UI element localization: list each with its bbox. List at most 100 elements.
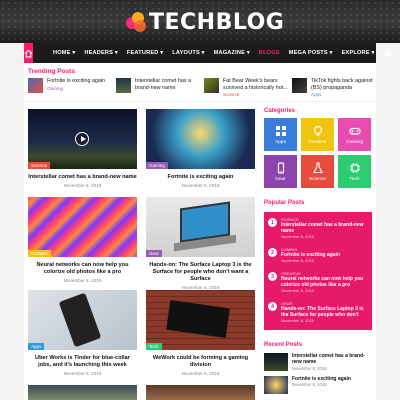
trending-item[interactable]: TikTok fights back against (BS) propagan… xyxy=(292,78,374,98)
category-gear[interactable]: Gear xyxy=(264,155,297,188)
popular-item-title[interactable]: Hands-on: The Surface Laptop 3 is the Su… xyxy=(281,306,368,318)
nav-item-explore[interactable]: EXPLORE ▾ xyxy=(342,50,375,56)
phone-icon xyxy=(277,161,284,174)
popular-item[interactable]: 1 SCIENCE Interstellar comet has a brand… xyxy=(268,217,368,239)
main-nav: HOME ▾ HEADERS ▾ FEATURED ▾ LAYOUTS ▾ MA… xyxy=(24,43,400,63)
post-image[interactable] xyxy=(146,385,255,400)
site-logo[interactable]: TECHBLOG xyxy=(126,9,284,35)
popular-date: November 8, 2019 xyxy=(281,318,314,323)
logo-mark-icon xyxy=(126,12,146,32)
post-card[interactable]: Gear Hands-on: The Surface Laptop 3 is t… xyxy=(146,197,255,290)
sidebar: Categories Apps Creative Gaming Gear Sci… xyxy=(264,108,372,394)
trending-item[interactable]: Interstellar comet has a brand-new name xyxy=(116,78,202,98)
post-image: Creative xyxy=(28,197,137,257)
trending-item-category: Apps xyxy=(311,92,322,97)
post-image[interactable] xyxy=(28,385,137,400)
popular-item-title[interactable]: Interstellar comet has a brand-new name xyxy=(281,222,368,234)
popular-posts: 1 SCIENCE Interstellar comet has a brand… xyxy=(264,212,372,330)
trending-thumbnail xyxy=(28,78,43,93)
post-image: Gaming xyxy=(146,109,255,169)
post-image: Tech xyxy=(146,290,255,350)
post-category-badge[interactable]: Science xyxy=(28,162,51,169)
category-label: Apps xyxy=(275,139,286,145)
category-apps[interactable]: Apps xyxy=(264,118,297,151)
site-name: TECHBLOG xyxy=(149,9,285,35)
post-image: Science xyxy=(28,109,137,169)
trending-item-title: Interstellar comet has a brand-new name xyxy=(135,78,192,91)
trending-item-title: Fortnite is exciting again xyxy=(47,78,106,84)
trending-item-title: TikTok fights back against (BS) propagan… xyxy=(311,78,373,91)
popular-date: November 8, 2019 xyxy=(281,288,314,293)
recent-item-title[interactable]: Interstellar comet has a brand-new name xyxy=(292,353,372,366)
post-title[interactable]: Fortnite is exciting again xyxy=(146,174,255,181)
nav-item-magazine[interactable]: MAGAZINE ▾ xyxy=(214,50,250,56)
post-category-badge[interactable]: Apps xyxy=(28,343,45,350)
play-icon[interactable] xyxy=(75,132,89,146)
post-category-badge[interactable]: Gear xyxy=(146,250,163,257)
popular-title: Popular Posts xyxy=(264,200,305,206)
trending-item-category: Gaming xyxy=(47,85,64,91)
category-gaming[interactable]: Gaming xyxy=(338,118,371,151)
gamepad-icon xyxy=(348,127,361,135)
post-category-badge[interactable]: Tech xyxy=(146,343,162,350)
popular-item[interactable]: 4 GEAR Hands-on: The Surface Laptop 3 is… xyxy=(268,301,368,323)
popular-rank: 3 xyxy=(268,272,277,281)
recent-title: Recent Posts xyxy=(264,342,303,348)
trending-thumbnail xyxy=(204,78,219,93)
popular-item[interactable]: 3 CREATIVE Neural networks can now help … xyxy=(268,271,368,293)
grid-icon xyxy=(275,125,286,136)
category-science[interactable]: Science xyxy=(301,155,334,188)
post-title[interactable]: Neural networks can now help you coloriz… xyxy=(28,262,137,276)
flask-icon xyxy=(312,161,323,173)
nav-item-mega-posts[interactable]: MEGA POSTS ▾ xyxy=(289,50,333,56)
user-icon[interactable] xyxy=(383,49,392,57)
post-title[interactable]: Hands-on: The Surface Laptop 3 is the Su… xyxy=(146,262,255,283)
post-date: November 8, 2019 xyxy=(181,183,220,188)
trending-item[interactable]: Fortnite is exciting again Gaming xyxy=(28,78,114,98)
recent-thumbnail xyxy=(264,376,288,394)
category-label: Creative xyxy=(308,139,327,145)
nav-item-blogs[interactable]: BLOGS xyxy=(259,50,280,56)
home-button[interactable] xyxy=(24,43,33,63)
post-title[interactable]: WeWork could be forming a gaming divisio… xyxy=(146,355,255,369)
chip-icon xyxy=(349,162,360,173)
recent-thumbnail xyxy=(264,353,288,371)
post-category-badge[interactable]: Gaming xyxy=(146,162,168,169)
categories-grid: Apps Creative Gaming Gear Science Tech xyxy=(264,118,372,188)
trending-thumbnail xyxy=(116,78,131,93)
post-date: November 8, 2019 xyxy=(63,278,102,283)
post-card[interactable]: Science Interstellar comet has a brand-n… xyxy=(28,109,137,188)
popular-rank: 2 xyxy=(268,248,277,257)
categories-title: Categories xyxy=(264,108,296,114)
nav-item-layouts[interactable]: LAYOUTS ▾ xyxy=(172,50,204,56)
trending-list: Fortnite is exciting again Gaming Inters… xyxy=(28,78,374,100)
post-card[interactable]: Tech WeWork could be forming a gaming di… xyxy=(146,290,255,376)
post-image: Apps xyxy=(28,290,137,350)
nav-item-headers[interactable]: HEADERS ▾ xyxy=(84,50,118,56)
trending-item-title: Fat Bear Week's bears survived a histori… xyxy=(223,78,288,91)
divider xyxy=(24,101,376,102)
category-tech[interactable]: Tech xyxy=(338,155,371,188)
category-label: Gear xyxy=(275,176,286,182)
nav-item-home[interactable]: HOME ▾ xyxy=(53,50,75,56)
post-title[interactable]: Uber Works is Tinder for blue-collar job… xyxy=(28,355,137,369)
post-card[interactable]: Apps Uber Works is Tinder for blue-colla… xyxy=(28,290,137,376)
home-icon xyxy=(24,49,33,58)
post-date: November 8, 2019 xyxy=(63,183,102,188)
category-label: Science xyxy=(308,176,327,182)
post-card[interactable]: Creative Neural networks can now help yo… xyxy=(28,197,137,283)
recent-date: November 8, 2019 xyxy=(292,365,327,371)
recent-item[interactable]: Fortnite is exciting again November 8, 2… xyxy=(264,376,372,394)
popular-item[interactable]: 2 GAMING Fortnite is exciting again Nove… xyxy=(268,247,368,263)
category-label: Gaming xyxy=(346,139,363,145)
post-title[interactable]: Interstellar comet has a brand-new name xyxy=(28,174,137,181)
post-date: November 8, 2019 xyxy=(63,371,102,376)
popular-item-title[interactable]: Neural networks can now help you coloriz… xyxy=(281,276,368,288)
nav-item-featured[interactable]: FEATURED ▾ xyxy=(127,50,163,56)
category-creative[interactable]: Creative xyxy=(301,118,334,151)
post-category-badge[interactable]: Creative xyxy=(28,250,51,257)
post-image: Gear xyxy=(146,197,255,257)
post-card[interactable]: Gaming Fortnite is exciting again Novemb… xyxy=(146,109,255,188)
recent-item[interactable]: Interstellar comet has a brand-new name … xyxy=(264,353,372,371)
trending-item[interactable]: Fat Bear Week's bears survived a histori… xyxy=(204,78,290,98)
